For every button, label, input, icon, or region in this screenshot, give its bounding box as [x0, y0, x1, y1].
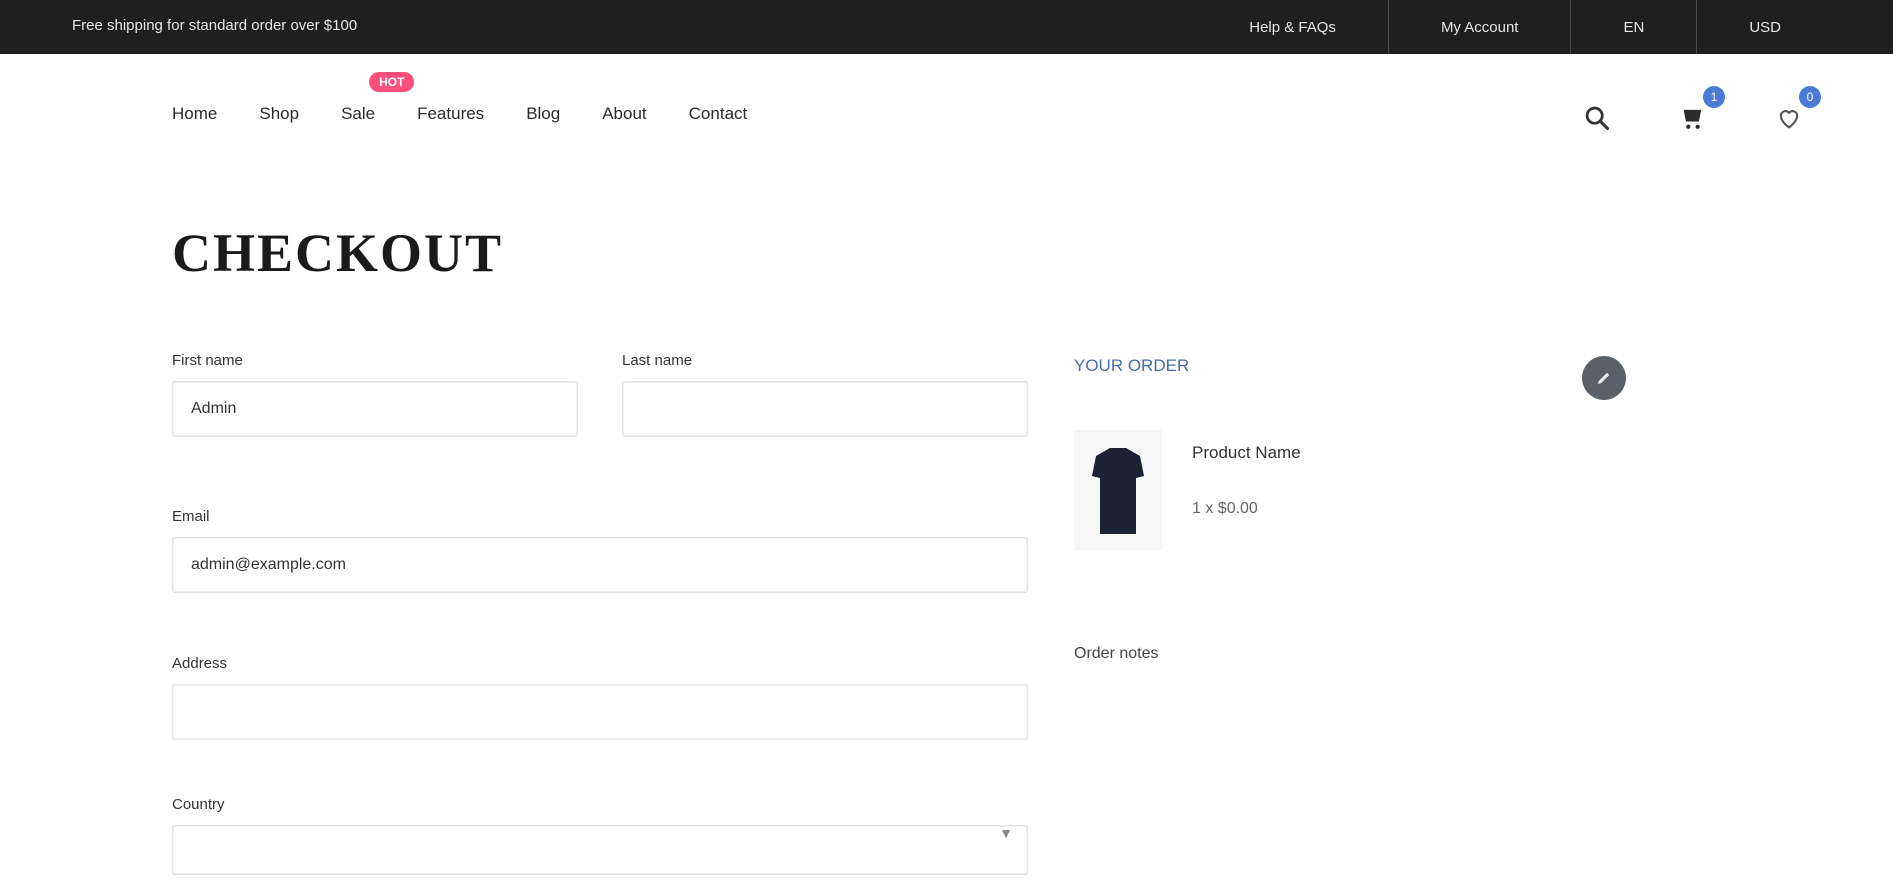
- pencil-icon: [1598, 372, 1610, 384]
- help-faq-link[interactable]: Help & FAQs: [1197, 0, 1388, 54]
- nav-sale[interactable]: Sale HOT: [341, 72, 415, 124]
- tshirt-image: [1092, 448, 1144, 534]
- language-link[interactable]: EN: [1570, 0, 1696, 54]
- main-nav: Home Shop Sale HOT Features Blog About C…: [172, 72, 789, 124]
- edit-order-button[interactable]: [1582, 356, 1626, 400]
- chevron-down-icon: ▼: [999, 825, 1013, 841]
- wishlist-count: 0: [1799, 86, 1821, 108]
- nav-shop[interactable]: Shop: [259, 104, 299, 124]
- email-field: Email admin@example.com: [172, 508, 1028, 593]
- address-field: Address: [172, 655, 1028, 740]
- my-account-link[interactable]: My Account: [1387, 0, 1571, 54]
- last-name-label: Last name: [622, 352, 693, 369]
- search-icon: [1585, 106, 1610, 131]
- search-button[interactable]: [1577, 98, 1617, 138]
- last-name-field: Last name: [622, 352, 1028, 437]
- page-title: CHECKOUT: [172, 223, 504, 283]
- nav-about[interactable]: About: [602, 104, 646, 124]
- first-name-field: First name Admin: [172, 352, 578, 437]
- nav-home[interactable]: Home: [172, 104, 217, 124]
- order-notes-label: Order notes: [1074, 645, 1159, 662]
- email-input[interactable]: admin@example.com: [172, 537, 1028, 593]
- heart-icon: [1779, 110, 1799, 129]
- wishlist-button[interactable]: 0: [1769, 86, 1821, 138]
- promo-text: Free shipping for standard order over $1…: [72, 17, 358, 34]
- currency-link[interactable]: USD: [1696, 0, 1833, 54]
- nav-contact[interactable]: Contact: [689, 104, 748, 124]
- product-price: 1 x $0.00: [1192, 500, 1258, 517]
- cart-count: 1: [1703, 86, 1725, 108]
- address-input[interactable]: [172, 684, 1028, 740]
- email-label: Email: [172, 508, 210, 525]
- product-name[interactable]: Product Name: [1192, 443, 1301, 463]
- nav-sale-label: Sale: [341, 104, 376, 123]
- nav-blog[interactable]: Blog: [526, 104, 560, 124]
- first-name-label: First name: [172, 352, 243, 369]
- country-field: Country ▼: [172, 796, 1028, 875]
- order-summary-title: YOUR ORDER: [1074, 356, 1190, 375]
- cart-icon: [1683, 109, 1702, 129]
- top-bar-links: Help & FAQs My Account EN USD: [1197, 0, 1833, 54]
- country-label: Country: [172, 796, 225, 813]
- country-select[interactable]: ▼: [172, 825, 1028, 875]
- last-name-input[interactable]: [622, 381, 1028, 437]
- header-icons: 1 0: [1521, 86, 1821, 138]
- hot-badge: HOT: [369, 72, 415, 92]
- first-name-input[interactable]: Admin: [172, 381, 578, 437]
- top-bar: Free shipping for standard order over $1…: [0, 0, 1893, 54]
- nav-features[interactable]: Features: [417, 104, 484, 124]
- cart-button[interactable]: 1: [1673, 86, 1725, 138]
- address-label: Address: [172, 655, 228, 672]
- product-image: [1074, 430, 1162, 550]
